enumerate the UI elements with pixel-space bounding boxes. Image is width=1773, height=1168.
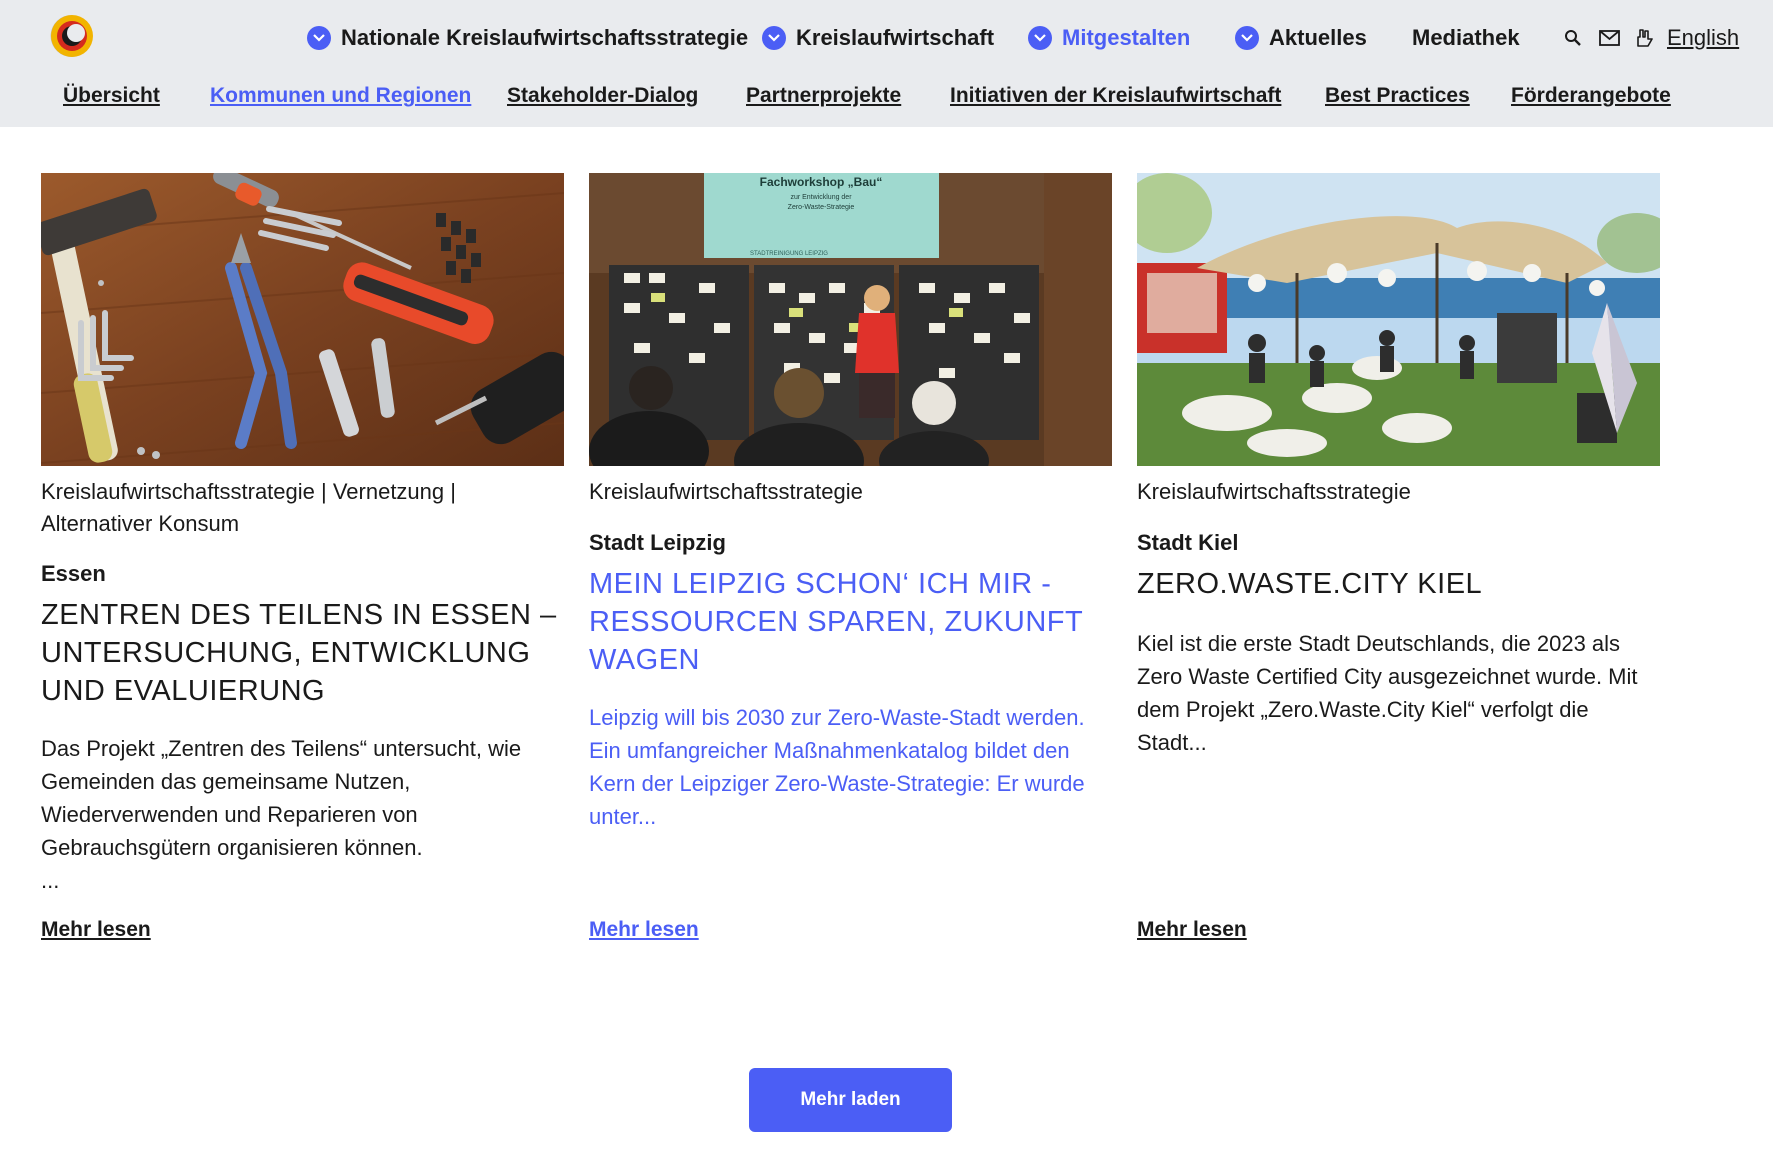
site-header: Nationale Kreislaufwirtschaftsstrategie … xyxy=(0,0,1773,127)
nav-kreislaufwirtschaft[interactable]: Kreislaufwirtschaft xyxy=(762,22,994,54)
project-card-essen: Kreislaufwirtschaftsstrategie | Vernetzu… xyxy=(41,173,564,897)
card-tags: Kreislaufwirtschaftsstrategie xyxy=(1137,479,1411,504)
nav-mediathek[interactable]: Mediathek xyxy=(1412,22,1520,54)
read-more-link-essen[interactable]: Mehr lesen xyxy=(41,918,151,942)
project-card-kiel: Kreislaufwirtschaftsstrategie Stadt Kiel… xyxy=(1137,173,1660,759)
chevron-down-icon xyxy=(1028,26,1052,50)
sign-line-1: zur Entwicklung der xyxy=(790,194,852,201)
nav-label: Kreislaufwirtschaft xyxy=(796,25,995,50)
card-place: Stadt Leipzig xyxy=(589,530,726,555)
nav-nationale-kreislaufwirtschaftsstrategie[interactable]: Nationale Kreislaufwirtschaftsstrategie xyxy=(307,22,748,54)
sign-line-2: Zero-Waste-Strategie xyxy=(788,204,855,211)
nav-label: Mediathek xyxy=(1412,25,1520,50)
card-image-workshop[interactable]: Fachworkshop „Bau“ zur Entwicklung der Z… xyxy=(589,173,1112,466)
chevron-down-icon xyxy=(762,26,786,50)
read-more-link-leipzig[interactable]: Mehr lesen xyxy=(589,918,699,942)
nav-label: Nationale Kreislaufwirtschaftsstrategie xyxy=(341,25,749,50)
card-tags: Kreislaufwirtschaftsstrategie | Vernetzu… xyxy=(41,479,456,536)
card-image-kiel-event[interactable] xyxy=(1137,173,1660,466)
subnav-item-uebersicht[interactable]: Übersicht xyxy=(63,84,160,108)
card-image-tools[interactable] xyxy=(41,173,564,466)
subnav-item-kommunen-und-regionen[interactable]: Kommunen und Regionen xyxy=(210,84,471,108)
card-teaser-text: Das Projekt „Zentren des Teilens“ unters… xyxy=(41,736,522,860)
card-place: Essen xyxy=(41,561,106,586)
subnav-item-stakeholder-dialog[interactable]: Stakeholder-Dialog xyxy=(507,84,698,108)
chevron-down-icon xyxy=(307,26,331,50)
card-place: Stadt Kiel xyxy=(1137,530,1239,555)
nav-label: Aktuelles xyxy=(1269,25,1367,50)
nav-label: Mitgestalten xyxy=(1062,25,1191,50)
nav-aktuelles[interactable]: Aktuelles xyxy=(1235,22,1367,54)
language-switch-link[interactable]: English xyxy=(1667,22,1739,54)
card-teaser: Das Projekt „Zentren des Teilens“ unters… xyxy=(41,732,564,897)
card-title[interactable]: Zero.Waste.City Kiel xyxy=(1137,565,1660,603)
card-tags: Kreislaufwirtschaftsstrategie xyxy=(589,479,863,504)
sign-language-icon[interactable] xyxy=(1633,22,1657,54)
subnav-item-best-practices[interactable]: Best Practices xyxy=(1325,84,1470,108)
read-more-link-kiel[interactable]: Mehr lesen xyxy=(1137,918,1247,942)
search-icon[interactable] xyxy=(1561,22,1585,54)
project-card-leipzig: Fachworkshop „Bau“ zur Entwicklung der Z… xyxy=(589,173,1112,833)
card-title[interactable]: Mein Leipzig schon‘ ich mir - Ressourcen… xyxy=(589,565,1112,679)
load-more-button[interactable]: Mehr laden xyxy=(749,1068,952,1132)
subnav-item-foerderangebote[interactable]: Förderangebote xyxy=(1511,84,1671,108)
sign-title: Fachworkshop „Bau“ xyxy=(760,175,883,189)
subnav-item-partnerprojekte[interactable]: Partnerprojekte xyxy=(746,84,901,108)
mail-icon[interactable] xyxy=(1597,22,1621,54)
subnav-item-initiativen[interactable]: Initiativen der Kreislaufwirtschaft xyxy=(950,84,1281,108)
chevron-down-icon xyxy=(1235,26,1259,50)
card-teaser: Kiel ist die erste Stadt Deutschlands, d… xyxy=(1137,631,1638,755)
nav-mitgestalten[interactable]: Mitgestalten xyxy=(1028,22,1190,54)
logo-icon[interactable] xyxy=(40,13,94,59)
card-title[interactable]: Zentren des Teilens in Essen – Untersuch… xyxy=(41,596,564,710)
sign-footer: STADTREINIGUNG LEIPZIG xyxy=(750,251,828,257)
card-teaser: Leipzig will bis 2030 zur Zero-Waste-Sta… xyxy=(589,705,1085,829)
card-teaser-ellipsis: ... xyxy=(41,868,60,893)
